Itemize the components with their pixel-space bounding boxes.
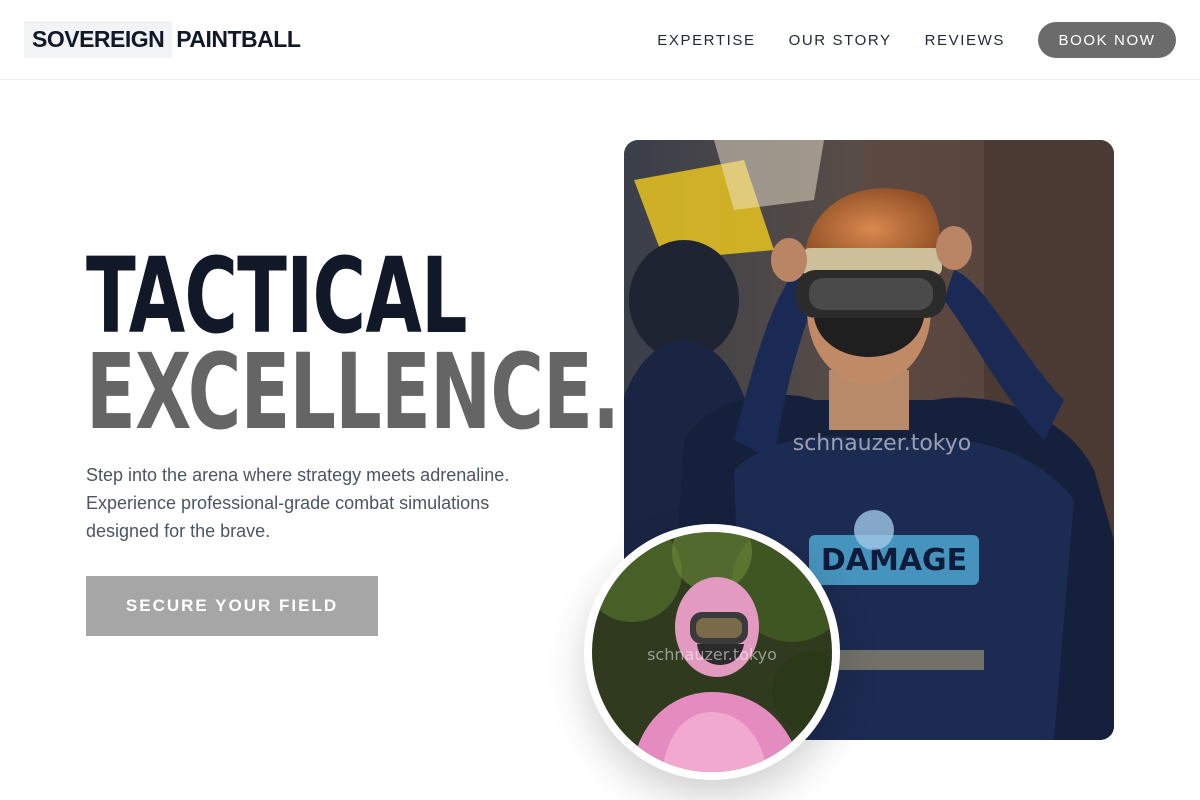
main-nav: EXPERTISE OUR STORY REVIEWS BOOK NOW	[657, 22, 1176, 58]
logo-word-sovereign: SOVEREIGN	[24, 21, 173, 58]
site-header: SOVEREIGN PAINTBALL EXPERTISE OUR STORY …	[0, 0, 1200, 80]
book-now-button[interactable]: BOOK NOW	[1038, 22, 1176, 58]
headline-line-excellence: EXCELLENCE.	[86, 331, 620, 453]
nav-link-expertise[interactable]: EXPERTISE	[657, 32, 755, 49]
hero-circle-photo: schnauzer.tokyo	[584, 524, 840, 780]
svg-text:DAMAGE: DAMAGE	[821, 543, 967, 578]
site-logo[interactable]: SOVEREIGN PAINTBALL	[24, 21, 301, 58]
hero-subtext: Step into the arena where strategy meets…	[86, 465, 510, 541]
nav-link-our-story[interactable]: OUR STORY	[789, 32, 892, 49]
headline-line-tactical: TACTICAL	[86, 235, 468, 357]
nav-link-reviews[interactable]: REVIEWS	[925, 32, 1005, 49]
secure-your-field-button[interactable]: SECURE YOUR FIELD	[86, 576, 378, 636]
logo-word-paintball: PAINTBALL	[176, 26, 301, 52]
circle-photo-watermark: schnauzer.tokyo	[647, 645, 777, 664]
pink-player-illustration: schnauzer.tokyo	[592, 532, 832, 772]
main-photo-watermark: schnauzer.tokyo	[793, 431, 972, 456]
